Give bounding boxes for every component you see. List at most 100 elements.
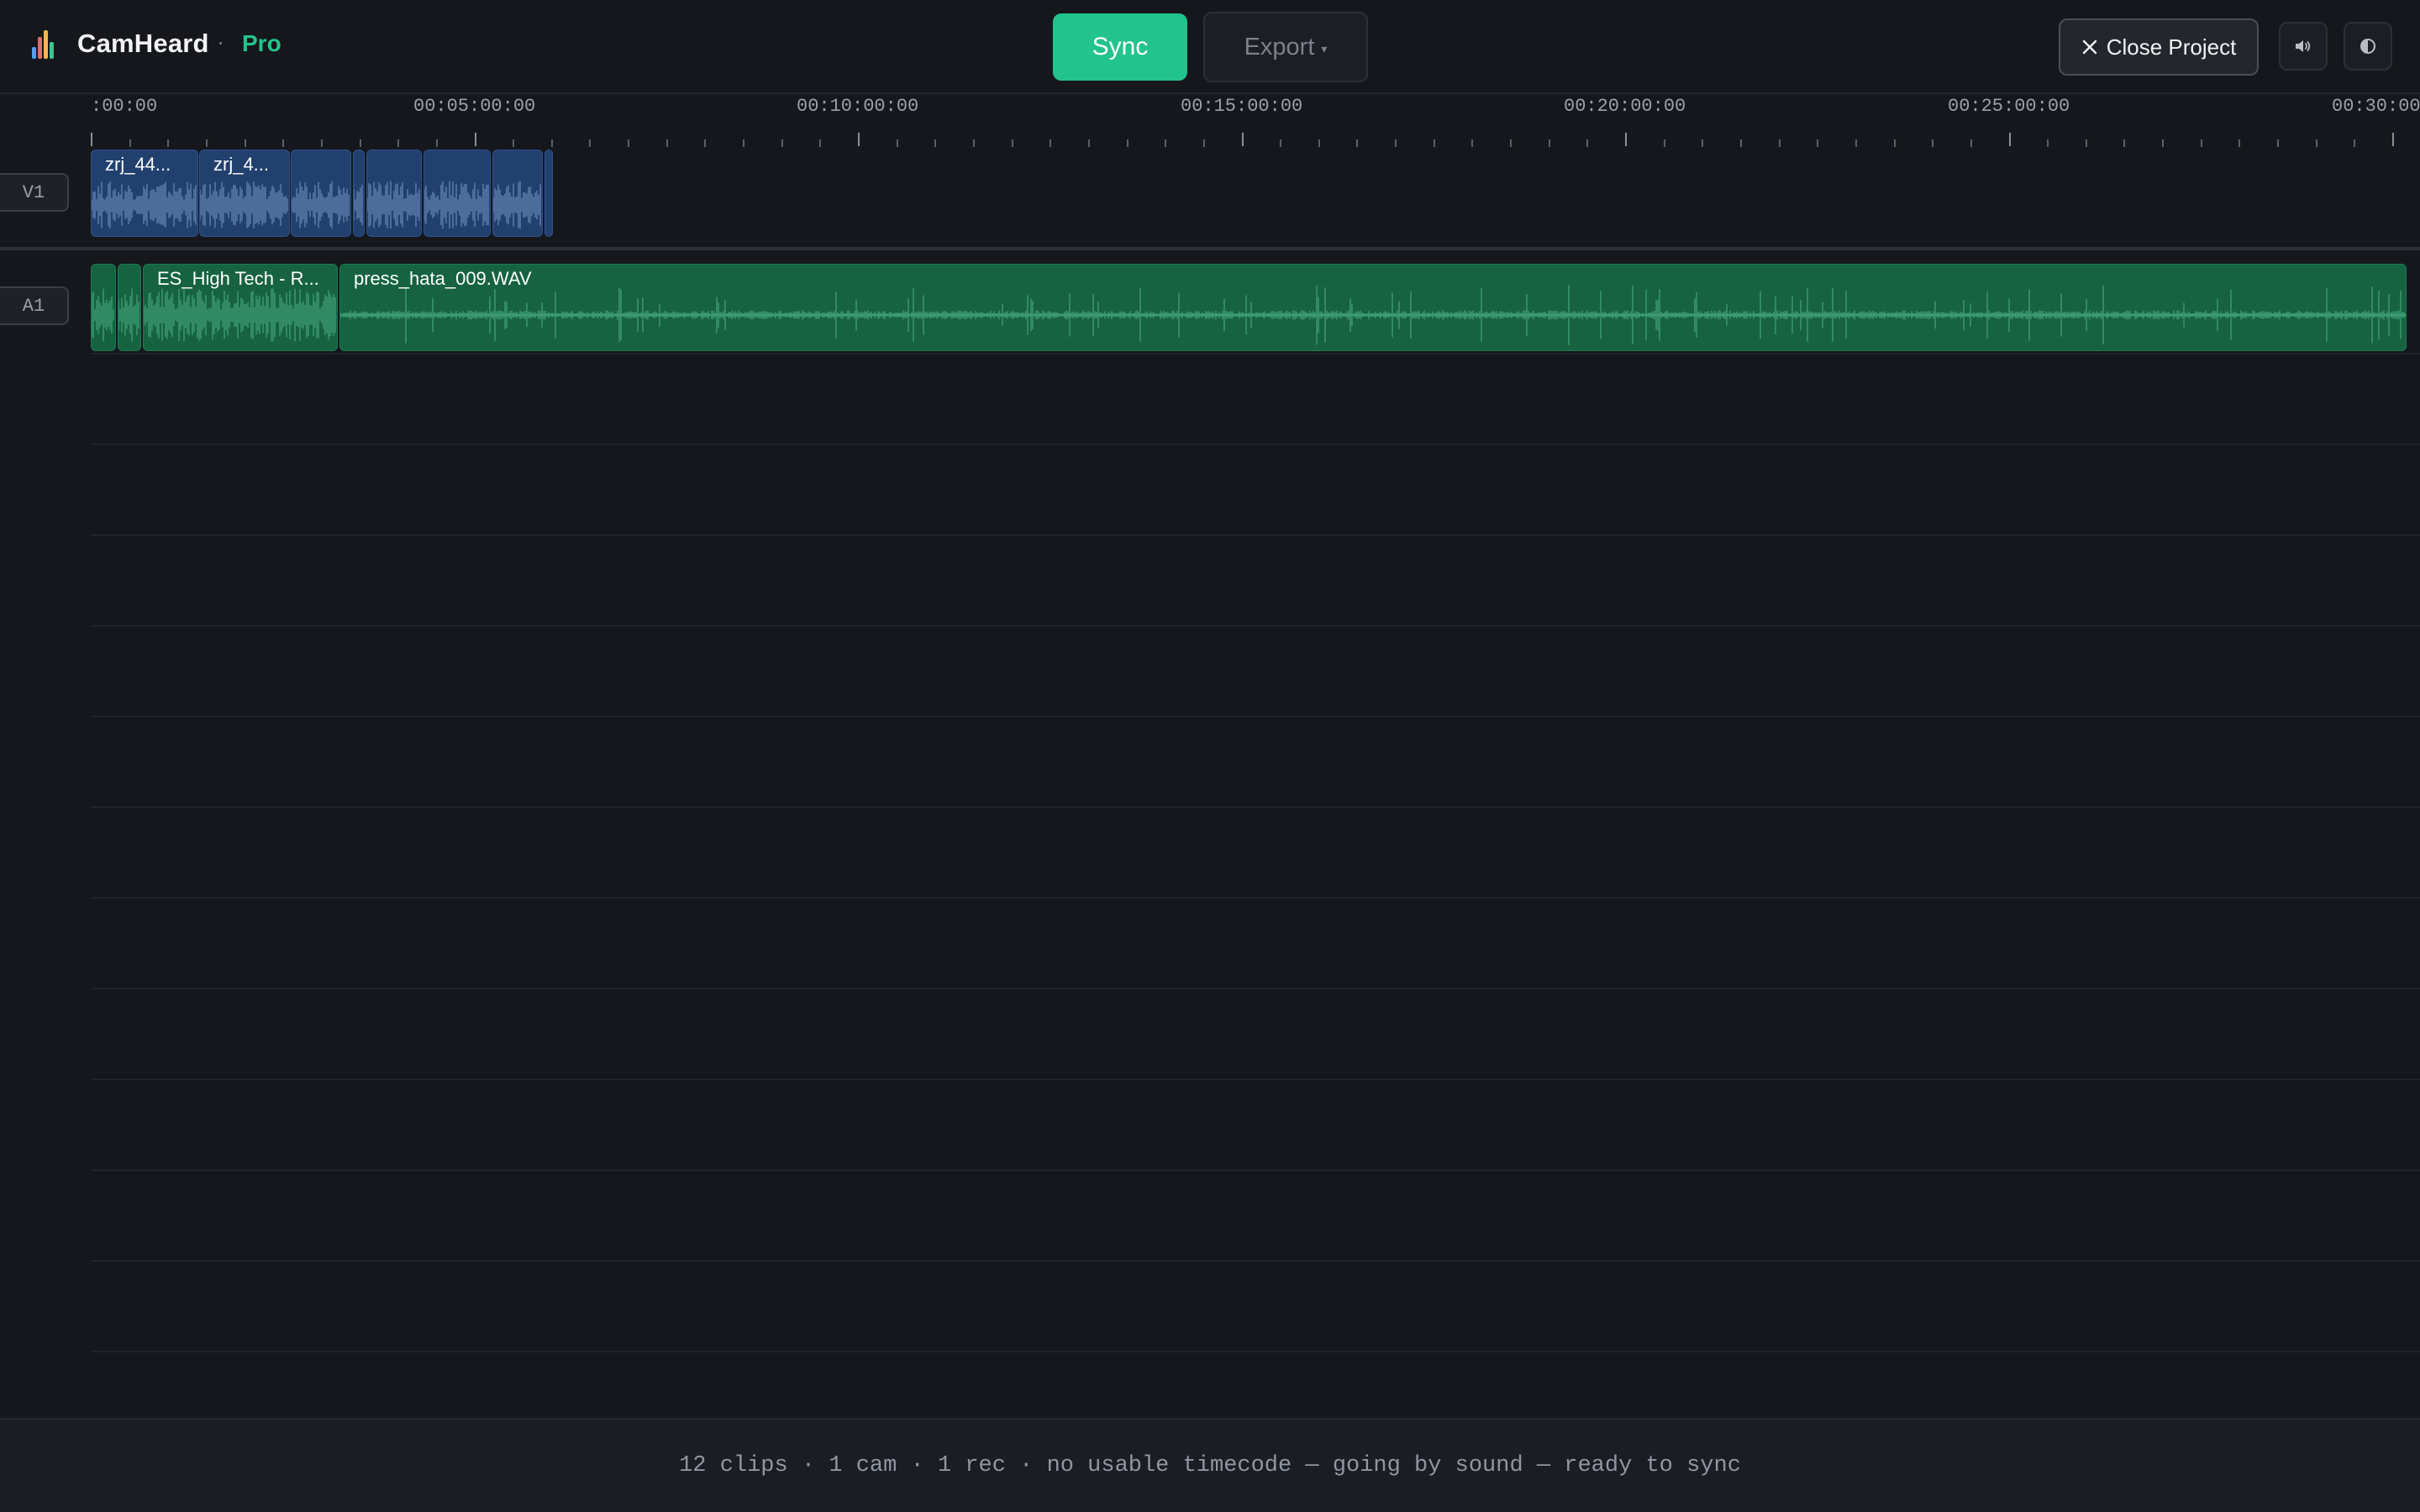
close-project-label: Close Project: [2106, 34, 2237, 60]
clip-name: zrj_4...: [213, 154, 270, 175]
waveform: [92, 288, 114, 342]
ruler-tick: [2162, 139, 2165, 147]
ruler-tick: [819, 139, 822, 147]
ruler-tick: [1126, 139, 1128, 147]
plan-badge: Pro: [242, 30, 281, 56]
ruler-tick: [1932, 139, 1934, 147]
ruler-tick: [934, 139, 937, 147]
ruler-tick: [550, 139, 553, 147]
ruler-tick: [2123, 139, 2126, 147]
waveform: [144, 288, 336, 342]
ruler-tick: [1510, 139, 1512, 147]
video-clip[interactable]: zrj_4...: [199, 150, 290, 237]
ruler-tick: [1854, 139, 1857, 147]
ruler-tick: [589, 139, 592, 147]
audio-clip[interactable]: ES_High Tech - R...: [143, 264, 338, 351]
ruler-tick: [1011, 139, 1013, 147]
track-grid-line: [91, 625, 2420, 627]
contrast-icon: [2360, 39, 2375, 54]
video-clip[interactable]: [353, 150, 365, 237]
waveform: [118, 288, 139, 342]
ruler-tick: [2392, 133, 2394, 146]
clip-name: press_hata_009.WAV: [354, 268, 532, 289]
ruler-label: 00:25:00:00: [1948, 96, 2070, 117]
ruler-tick: [474, 133, 476, 146]
ruler-tick: [513, 139, 515, 147]
sync-button-label: Sync: [1092, 33, 1149, 60]
video-clip[interactable]: [424, 150, 491, 237]
ruler-tick: [1663, 139, 1665, 147]
ruler-tick: [2315, 139, 2317, 147]
video-clip[interactable]: [492, 150, 543, 237]
ruler-label: :00:00: [91, 96, 158, 117]
track-grid-line: [91, 806, 2420, 808]
waveform: [493, 181, 541, 229]
ruler-tick: [2047, 139, 2049, 147]
ruler-tick: [1395, 139, 1397, 147]
ruler-tick: [91, 133, 92, 146]
ruler-label: 00:30:00: [2332, 96, 2420, 117]
video-clip[interactable]: [544, 150, 553, 237]
ruler-tick: [704, 139, 707, 147]
ruler-tick: [1625, 133, 1627, 146]
ruler-tick: [1356, 139, 1359, 147]
export-button[interactable]: Export ▾: [1203, 12, 1368, 82]
ruler-tick: [972, 139, 975, 147]
ruler-label: 00:10:00:00: [797, 96, 919, 117]
volume-button[interactable]: [2279, 22, 2328, 71]
track-label-v1[interactable]: V1: [0, 173, 69, 212]
ruler-tick: [666, 139, 668, 147]
ruler-tick: [1970, 139, 1972, 147]
video-clip[interactable]: [366, 150, 422, 237]
ruler-tick: [2238, 139, 2241, 147]
title-separator: ·: [217, 29, 225, 55]
ruler-tick: [167, 139, 170, 147]
status-bar: 12 clips · 1 cam · 1 rec · no usable tim…: [0, 1418, 2420, 1512]
audio-clip[interactable]: press_hata_009.WAV: [339, 264, 2407, 351]
ruler-tick: [1702, 139, 1704, 147]
ruler-tick: [1318, 139, 1320, 147]
ruler-tick: [1087, 139, 1090, 147]
ruler-tick: [1280, 139, 1282, 147]
ruler-tick: [2277, 139, 2280, 147]
clip-name: ES_High Tech - R...: [157, 268, 319, 289]
ruler-tick: [781, 139, 783, 147]
sync-button[interactable]: Sync: [1053, 13, 1187, 81]
ruler-tick: [282, 139, 285, 147]
audio-clip[interactable]: [118, 264, 141, 351]
ruler-tick: [129, 139, 131, 147]
timeline-ruler[interactable]: :00:00 00:05:00:00 00:10:00:00 00:15:00:…: [91, 96, 2420, 148]
waveform: [92, 181, 197, 228]
ruler-label: 00:20:00:00: [1564, 96, 1686, 117]
ruler-tick: [1050, 139, 1052, 147]
ruler-tick: [743, 139, 745, 147]
audio-clip[interactable]: [91, 264, 116, 351]
ruler-tick: [628, 139, 630, 147]
ruler-tick: [2200, 139, 2202, 147]
close-project-button[interactable]: Close Project: [2059, 18, 2259, 76]
ruler-tick: [1165, 139, 1167, 147]
ruler-tick: [320, 139, 323, 147]
track-grid-line: [91, 353, 2420, 354]
ruler-tick: [896, 139, 898, 147]
chevron-down-icon: ▾: [1321, 41, 1328, 55]
track-grid-line: [91, 716, 2420, 717]
track-grid-line: [91, 1260, 2420, 1262]
ruler-label: 00:15:00:00: [1181, 96, 1303, 117]
ruler-tick: [397, 139, 400, 147]
theme-toggle-button[interactable]: [2344, 22, 2392, 71]
video-clip[interactable]: zrj_44...: [91, 150, 198, 237]
waveform: [292, 181, 350, 229]
track-grid-line: [91, 988, 2420, 990]
track-label-a1[interactable]: A1: [0, 286, 69, 325]
ruler-tick: [244, 139, 246, 147]
ruler-tick: [1471, 139, 1474, 147]
video-clip[interactable]: [291, 150, 351, 237]
app-title: CamHeard: [77, 29, 209, 58]
ruler-tick: [1241, 133, 1244, 146]
ruler-tick: [1586, 139, 1589, 147]
ruler-tick: [205, 139, 208, 147]
waveform: [424, 181, 489, 229]
ruler-tick: [2354, 139, 2356, 147]
export-button-label: Export: [1244, 33, 1315, 60]
